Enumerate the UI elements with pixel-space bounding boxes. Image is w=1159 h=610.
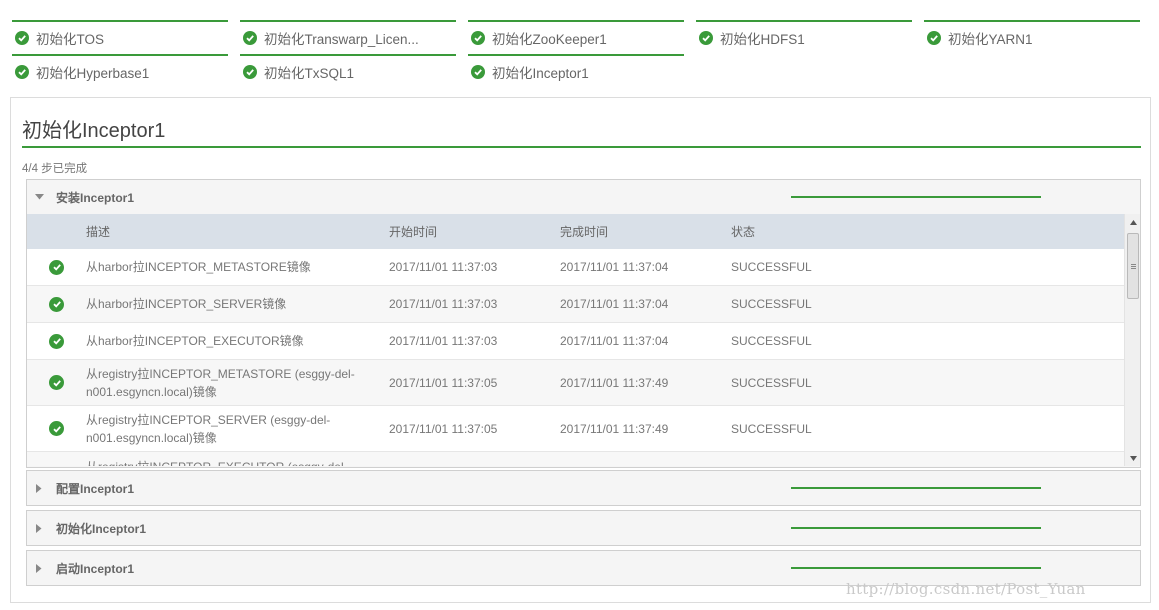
task-tab-yarn[interactable]: 初始化YARN1 — [924, 20, 1140, 54]
check-circle-icon — [49, 421, 64, 436]
panel-title: 初始化Inceptor1 — [22, 120, 166, 142]
scroll-up-arrow-icon[interactable] — [1125, 214, 1140, 230]
cell-start: 2017/11/01 11:37:03 — [389, 260, 498, 274]
task-tab-inceptor[interactable]: 初始化Inceptor1 — [468, 54, 684, 88]
check-circle-icon — [471, 65, 485, 79]
cell-desc: 从harbor拉INCEPTOR_EXECUTOR镜像 — [86, 334, 304, 348]
table-row: 从harbor拉INCEPTOR_SERVER镜像 2017/11/01 11:… — [27, 286, 1124, 323]
cell-start: 2017/11/01 11:37:03 — [389, 334, 498, 348]
task-tab-hyperbase[interactable]: 初始化Hyperbase1 — [12, 54, 228, 88]
task-label: 初始化Inceptor1 — [492, 66, 589, 81]
cell-status: SUCCESSFUL — [731, 297, 812, 311]
check-circle-icon — [15, 31, 29, 45]
stage-label: 启动Inceptor1 — [56, 561, 135, 576]
stage-label: 初始化Inceptor1 — [56, 521, 147, 536]
task-label: 初始化HDFS1 — [720, 32, 805, 47]
cell-desc: 从registry拉INCEPTOR_SERVER (esggy-del-n00… — [86, 412, 331, 445]
stage-label: 配置Inceptor1 — [56, 481, 135, 496]
caret-right-icon — [34, 523, 44, 533]
check-circle-icon — [49, 375, 64, 390]
cell-desc: 从registry拉INCEPTOR_METASTORE (esggy-del-… — [86, 366, 355, 399]
check-circle-icon — [471, 31, 485, 45]
task-tab-license[interactable]: 初始化Transwarp_Licen... — [240, 20, 456, 54]
check-circle-icon — [15, 65, 29, 79]
task-label: 初始化Hyperbase1 — [36, 66, 150, 81]
caret-down-icon — [34, 192, 44, 202]
task-label: 初始化Transwarp_Licen... — [264, 32, 419, 47]
caret-right-icon — [34, 563, 44, 573]
task-label: 初始化YARN1 — [948, 32, 1033, 47]
cell-end: 2017/11/01 11:37:04 — [560, 334, 669, 348]
cell-desc: 从harbor拉INCEPTOR_METASTORE镜像 — [86, 260, 311, 274]
cell-end: 2017/11/01 11:37:04 — [560, 297, 669, 311]
stage-header[interactable]: 初始化Inceptor1 — [27, 511, 1140, 545]
stage-header[interactable]: 配置Inceptor1 — [27, 471, 1140, 505]
check-circle-icon — [49, 333, 64, 349]
stage-progress-bar — [791, 527, 1041, 529]
check-circle-icon — [699, 31, 713, 45]
header-start: 开始时间 — [389, 225, 438, 239]
table-row: 从harbor拉INCEPTOR_EXECUTOR镜像 2017/11/01 1… — [27, 323, 1124, 360]
check-circle-icon — [49, 259, 64, 275]
cell-end: 2017/11/01 11:37:49 — [560, 375, 669, 390]
header-end: 完成时间 — [560, 225, 609, 239]
task-label: 初始化TOS — [36, 32, 105, 47]
cell-desc: 从harbor拉INCEPTOR_SERVER镜像 — [86, 297, 287, 311]
cell-start: 2017/11/01 11:37:03 — [389, 297, 498, 311]
cell-status: SUCCESSFUL — [731, 375, 812, 390]
stage-progress-bar — [791, 487, 1041, 489]
vertical-scrollbar[interactable] — [1124, 214, 1140, 466]
cell-desc: 从registry拉INCEPTOR_EXECUTOR (esggy-del- — [86, 458, 389, 466]
check-circle-icon — [243, 31, 257, 45]
task-detail-panel: 初始化Inceptor1 4/4 步已完成 安装Inceptor1 描述 开始时… — [10, 97, 1151, 603]
step-table: 描述 开始时间 完成时间 状态 从harbor拉INCEPTOR_METASTO… — [27, 214, 1140, 466]
scroll-down-arrow-icon[interactable] — [1125, 450, 1140, 466]
cell-start: 2017/11/01 11:37:05 — [389, 421, 498, 436]
table-row: 从harbor拉INCEPTOR_METASTORE镜像 2017/11/01 … — [27, 249, 1124, 286]
cell-status: SUCCESSFUL — [731, 421, 812, 436]
cell-status: SUCCESSFUL — [731, 334, 812, 348]
cell-end: 2017/11/01 11:37:49 — [560, 421, 669, 436]
stage-progress-bar — [791, 196, 1041, 198]
task-label: 初始化ZooKeeper1 — [492, 32, 607, 47]
stage-install: 安装Inceptor1 描述 开始时间 完成时间 状态 从harbor拉INCE… — [26, 179, 1141, 468]
stage-initialize: 初始化Inceptor1 — [26, 510, 1141, 546]
grip-icon — [1130, 263, 1136, 269]
stage-header[interactable]: 安装Inceptor1 — [27, 180, 1140, 214]
table-row: 从registry拉INCEPTOR_EXECUTOR (esggy-del- — [27, 452, 1124, 466]
task-tab-zookeeper[interactable]: 初始化ZooKeeper1 — [468, 20, 684, 54]
caret-right-icon — [34, 483, 44, 493]
header-desc: 描述 — [86, 225, 111, 239]
stage-progress-bar — [791, 567, 1041, 569]
task-tab-hdfs[interactable]: 初始化HDFS1 — [696, 20, 912, 54]
table-header: 描述 开始时间 完成时间 状态 — [27, 214, 1124, 249]
task-tab-tos[interactable]: 初始化TOS — [12, 20, 228, 54]
check-circle-icon — [49, 296, 64, 312]
check-circle-icon — [927, 31, 941, 45]
progress-text: 4/4 步已完成 — [22, 163, 88, 175]
header-status: 状态 — [731, 225, 756, 239]
table-row: 从registry拉INCEPTOR_SERVER (esggy-del-n00… — [27, 406, 1124, 452]
cell-status: SUCCESSFUL — [731, 260, 812, 274]
task-tab-txsql[interactable]: 初始化TxSQL1 — [240, 54, 456, 88]
stage-configure: 配置Inceptor1 — [26, 470, 1141, 506]
check-circle-icon — [243, 65, 257, 79]
title-divider — [22, 146, 1141, 148]
stage-label: 安装Inceptor1 — [56, 190, 135, 205]
cell-start: 2017/11/01 11:37:05 — [389, 375, 498, 390]
table-row: 从registry拉INCEPTOR_METASTORE (esggy-del-… — [27, 360, 1124, 406]
cell-end: 2017/11/01 11:37:04 — [560, 260, 669, 274]
scrollbar-thumb[interactable] — [1127, 233, 1139, 299]
task-label: 初始化TxSQL1 — [264, 66, 355, 81]
watermark: http://blog.csdn.net/Post_Yuan — [846, 580, 1086, 598]
